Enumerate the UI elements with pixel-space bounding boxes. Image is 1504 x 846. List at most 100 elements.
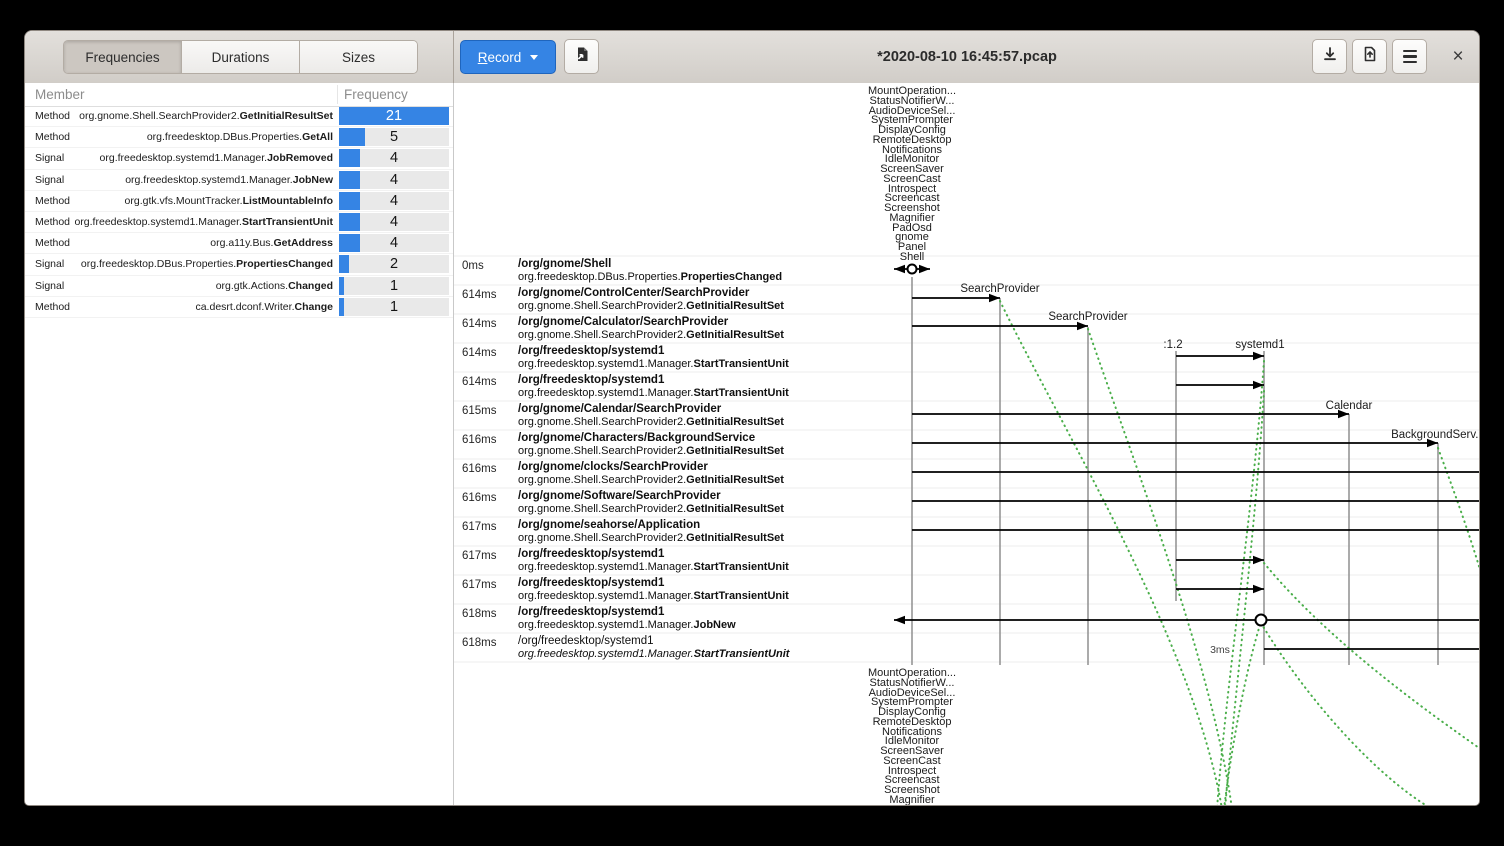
event-object-path: /org/freedesktop/systemd1 — [518, 635, 654, 647]
frequency-value: 4 — [339, 213, 449, 231]
header-bar: Frequencies Durations Sizes Record *2020… — [25, 31, 1479, 84]
arrowhead-right — [989, 294, 1000, 302]
column-header-frequency[interactable]: Frequency — [344, 87, 408, 102]
member-label: org.freedesktop.systemd1.Manager.JobRemo… — [25, 152, 333, 164]
record-button[interactable]: Record — [460, 40, 556, 74]
frequency-value: 4 — [339, 171, 449, 189]
close-button[interactable]: × — [1441, 39, 1475, 74]
reply-curve — [1225, 391, 1264, 806]
event-timestamp: 618ms — [462, 608, 497, 620]
column-header-member[interactable]: Member — [35, 87, 85, 102]
timeline-event-row[interactable]: 614ms /org/freedesktop/systemd1 org.free… — [454, 373, 924, 402]
table-row[interactable]: Method ca.desrt.dconf.Writer.Change 1 — [25, 297, 453, 318]
frequency-cell: 4 — [339, 213, 449, 231]
table-row[interactable]: Signal org.freedesktop.systemd1.Manager.… — [25, 148, 453, 169]
timeline-event-row[interactable]: 616ms /org/gnome/clocks/SearchProvider o… — [454, 460, 924, 489]
close-icon: × — [1452, 46, 1463, 68]
event-member: org.freedesktop.systemd1.Manager.StartTr… — [518, 358, 789, 370]
reply-curve — [1438, 448, 1480, 628]
table-row[interactable]: Method org.freedesktop.systemd1.Manager.… — [25, 212, 453, 233]
event-member: org.freedesktop.systemd1.Manager.StartTr… — [518, 561, 789, 573]
lane-label: :1.2 — [1163, 339, 1182, 351]
event-object-path: /org/freedesktop/systemd1 — [518, 345, 664, 357]
signal-emit-circle — [1256, 615, 1267, 626]
event-timestamp: 617ms — [462, 550, 497, 562]
frequency-cell: 4 — [339, 192, 449, 210]
save-as-button[interactable] — [1352, 39, 1387, 74]
event-object-path: /org/gnome/ControlCenter/SearchProvider — [518, 287, 749, 299]
timeline-event-row[interactable]: 618ms /org/freedesktop/systemd1 org.free… — [454, 634, 924, 663]
event-timestamp: 616ms — [462, 434, 497, 446]
timeline-event-row[interactable]: 0ms /org/gnome/Shell org.freedesktop.DBu… — [454, 257, 924, 286]
event-timestamp: 614ms — [462, 318, 497, 330]
frequency-cell: 21 — [339, 107, 449, 125]
column-divider — [337, 85, 338, 104]
event-member: org.freedesktop.systemd1.Manager.StartTr… — [518, 590, 789, 602]
open-file-icon — [573, 46, 590, 68]
event-member: org.gnome.Shell.SearchProvider2.GetIniti… — [518, 329, 784, 341]
frequency-value: 1 — [339, 277, 449, 295]
timeline-event-row[interactable]: 617ms /org/freedesktop/systemd1 org.free… — [454, 547, 924, 576]
lane-label: BackgroundServ... — [1391, 429, 1480, 441]
save-as-icon — [1362, 46, 1378, 67]
timeline-event-row[interactable]: 614ms /org/gnome/ControlCenter/SearchPro… — [454, 286, 924, 315]
table-row[interactable]: Method org.gnome.Shell.SearchProvider2.G… — [25, 106, 453, 127]
member-label: ca.desrt.dconf.Writer.Change — [25, 301, 333, 313]
tab-durations[interactable]: Durations — [182, 41, 300, 73]
tab-sizes[interactable]: Sizes — [300, 41, 417, 73]
timeline-event-row[interactable]: 617ms /org/freedesktop/systemd1 org.free… — [454, 576, 924, 605]
event-object-path: /org/gnome/Calendar/SearchProvider — [518, 403, 721, 415]
event-object-path: /org/freedesktop/systemd1 — [518, 606, 664, 618]
table-row[interactable]: Method org.a11y.Bus.GetAddress 4 — [25, 233, 453, 254]
lane-label: Calendar — [1326, 400, 1373, 412]
timeline-event-row[interactable]: 614ms /org/gnome/Calculator/SearchProvid… — [454, 315, 924, 344]
download-icon — [1322, 46, 1338, 67]
member-label: org.gtk.Actions.Changed — [25, 280, 333, 292]
save-button[interactable] — [1312, 39, 1347, 74]
frequency-value: 4 — [339, 149, 449, 167]
table-row[interactable]: Signal org.gtk.Actions.Changed 1 — [25, 276, 453, 297]
chevron-down-icon — [530, 55, 538, 60]
event-member: org.gnome.Shell.SearchProvider2.GetIniti… — [518, 532, 784, 544]
timeline-event-row[interactable]: 614ms /org/freedesktop/systemd1 org.free… — [454, 344, 924, 373]
event-member: org.freedesktop.systemd1.Manager.StartTr… — [518, 387, 789, 399]
member-label: org.freedesktop.systemd1.Manager.StartTr… — [25, 216, 333, 228]
menu-button[interactable] — [1392, 39, 1427, 74]
event-timestamp: 614ms — [462, 289, 497, 301]
arrowhead-right — [1253, 556, 1264, 564]
reply-curve — [1264, 563, 1480, 755]
timeline-event-row[interactable]: 615ms /org/gnome/Calendar/SearchProvider… — [454, 402, 924, 431]
event-object-path: /org/gnome/clocks/SearchProvider — [518, 461, 708, 473]
event-timestamp: 616ms — [462, 492, 497, 504]
timeline-event-row[interactable]: 616ms /org/gnome/Characters/BackgroundSe… — [454, 431, 924, 460]
event-member: org.freedesktop.systemd1.Manager.JobNew — [518, 619, 736, 631]
record-button-label: Record — [478, 50, 522, 65]
member-label: org.freedesktop.DBus.Properties.GetAll — [25, 131, 333, 143]
frequency-cell: 1 — [339, 298, 449, 316]
frequency-cell: 4 — [339, 234, 449, 252]
timeline-event-row[interactable]: 617ms /org/gnome/seahorse/Application or… — [454, 518, 924, 547]
table-row[interactable]: Signal org.freedesktop.DBus.Properties.P… — [25, 254, 453, 275]
tab-frequencies[interactable]: Frequencies — [64, 41, 182, 73]
table-row[interactable]: Signal org.freedesktop.systemd1.Manager.… — [25, 170, 453, 191]
table-row[interactable]: Method org.freedesktop.DBus.Properties.G… — [25, 127, 453, 148]
event-object-path: /org/gnome/Characters/BackgroundService — [518, 432, 755, 444]
lane-label: SearchProvider — [1048, 311, 1127, 323]
stats-table-body: Method org.gnome.Shell.SearchProvider2.G… — [25, 106, 453, 318]
event-timestamp: 614ms — [462, 347, 497, 359]
event-timestamp: 618ms — [462, 637, 497, 649]
event-member: org.freedesktop.DBus.Properties.Properti… — [518, 271, 782, 283]
member-label: org.gnome.Shell.SearchProvider2.GetIniti… — [25, 110, 333, 122]
table-row[interactable]: Method org.gtk.vfs.MountTracker.ListMoun… — [25, 191, 453, 212]
frequency-value: 21 — [339, 107, 449, 125]
tab-durations-label: Durations — [212, 50, 270, 65]
event-member: org.freedesktop.systemd1.Manager.StartTr… — [518, 648, 789, 660]
open-file-button[interactable] — [564, 39, 599, 74]
frequency-value: 5 — [339, 128, 449, 146]
hamburger-menu-icon — [1403, 50, 1417, 63]
stats-table-header: Member Frequency — [25, 83, 453, 107]
frequency-cell: 4 — [339, 171, 449, 189]
event-timestamp: 615ms — [462, 405, 497, 417]
timeline-event-row[interactable]: 618ms /org/freedesktop/systemd1 org.free… — [454, 605, 924, 634]
timeline-event-row[interactable]: 616ms /org/gnome/Software/SearchProvider… — [454, 489, 924, 518]
